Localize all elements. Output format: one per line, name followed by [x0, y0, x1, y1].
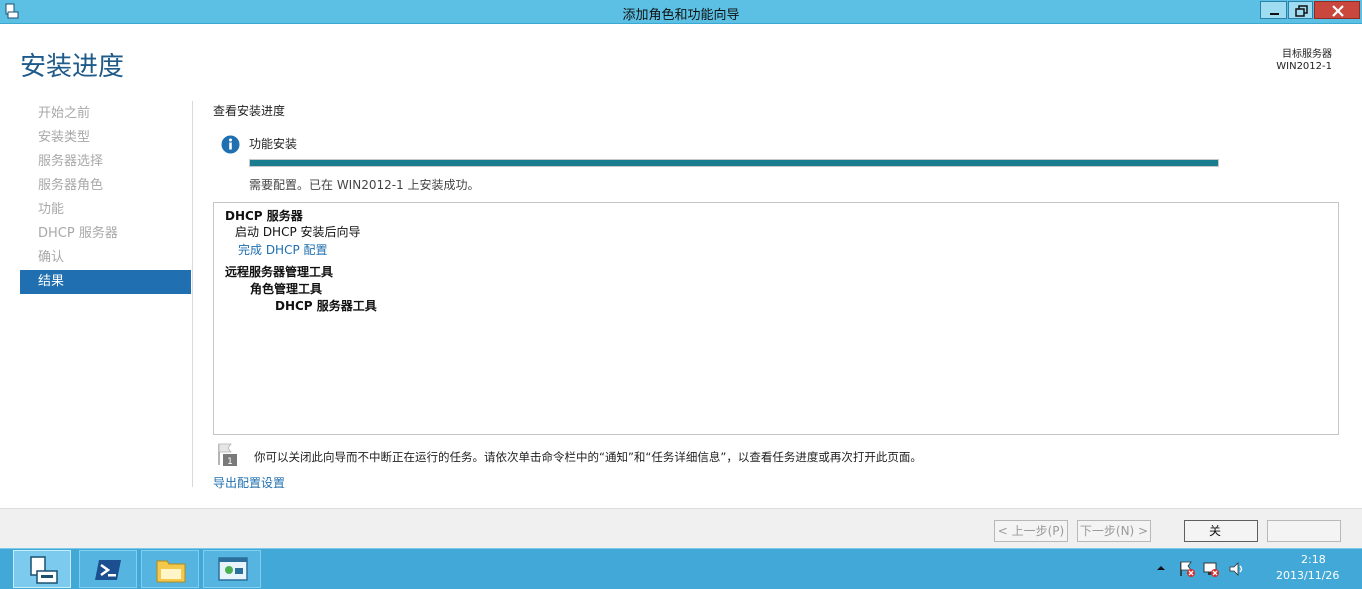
target-server-value: WIN2012-1	[1276, 61, 1332, 72]
wizard-footer: < 上一步(P) 下一步(N) > 关	[0, 508, 1362, 548]
close-window-button[interactable]	[1314, 1, 1360, 19]
notification-flag-icon: 1	[218, 443, 237, 467]
nav-item-before-you-begin[interactable]: 开始之前	[20, 102, 191, 126]
tray-expand-icon[interactable]	[1156, 563, 1166, 573]
taskbar-clock-date[interactable]: 2013/11/26	[1276, 569, 1339, 582]
info-icon	[221, 135, 240, 154]
results-panel: DHCP 服务器 启动 DHCP 安装后向导 完成 DHCP 配置 远程服务器管…	[213, 202, 1339, 435]
taskbar-file-explorer[interactable]	[141, 550, 199, 588]
restore-icon	[1295, 5, 1308, 17]
result-rsat-title: 远程服务器管理工具	[225, 265, 334, 279]
nav-item-server-selection[interactable]: 服务器选择	[20, 150, 191, 174]
nav-item-server-roles[interactable]: 服务器角色	[20, 174, 191, 198]
restore-button[interactable]	[1288, 1, 1313, 19]
nav-item-results[interactable]: 结果	[20, 270, 191, 294]
taskbar-powershell[interactable]	[79, 550, 137, 588]
nav-item-installation-type[interactable]: 安装类型	[20, 126, 191, 150]
next-button[interactable]: 下一步(N) >	[1077, 520, 1151, 542]
section-title: 查看安装进度	[213, 104, 286, 118]
page-title: 安装进度	[20, 52, 125, 82]
complete-dhcp-config-link[interactable]: 完成 DHCP 配置	[238, 241, 328, 258]
previous-button[interactable]: < 上一步(P)	[994, 520, 1068, 542]
close-wizard-note: 你可以关闭此向导而不中断正在运行的任务。请依次单击命令栏中的“通知”和“任务详细…	[254, 450, 922, 464]
nav-item-dhcp-server[interactable]: DHCP 服务器	[20, 222, 191, 246]
nav-item-confirmation[interactable]: 确认	[20, 246, 191, 270]
powershell-icon	[95, 560, 121, 580]
taskbar-clock-time[interactable]: 2:18	[1301, 553, 1326, 566]
cancel-button[interactable]	[1267, 520, 1341, 542]
nav-item-features[interactable]: 功能	[20, 198, 191, 222]
nav-divider	[192, 101, 193, 487]
progress-fill	[250, 160, 1218, 166]
feature-installation-label: 功能安装	[249, 137, 298, 151]
server-manager-icon	[30, 556, 58, 584]
close-icon	[1332, 5, 1344, 17]
network-window-icon	[218, 557, 248, 581]
taskbar-server-manager[interactable]	[13, 550, 71, 588]
close-button[interactable]: 关	[1184, 520, 1258, 542]
result-dhcp-subtitle: 启动 DHCP 安装后向导	[235, 225, 361, 239]
result-dhcp-title: DHCP 服务器	[225, 209, 303, 223]
notification-count-badge: 1	[227, 457, 233, 467]
window-title: 添加角色和功能向导	[622, 8, 740, 23]
installation-status: 需要配置。已在 WIN2012-1 上安装成功。	[249, 178, 480, 192]
folder-icon	[156, 560, 186, 583]
volume-icon[interactable]	[1228, 560, 1246, 578]
taskbar-network-app[interactable]	[203, 550, 261, 588]
wizard-nav: 开始之前 安装类型 服务器选择 服务器角色 功能 DHCP 服务器 确认 结果	[20, 102, 191, 294]
result-role-tools: 角色管理工具	[250, 282, 323, 296]
network-status-icon[interactable]	[1202, 560, 1220, 578]
minimize-button[interactable]	[1260, 1, 1287, 19]
title-bar: 添加角色和功能向导	[0, 0, 1362, 24]
action-center-flag-icon[interactable]	[1178, 560, 1196, 578]
installation-progress-bar	[249, 159, 1219, 167]
result-dhcp-tools: DHCP 服务器工具	[275, 299, 377, 313]
export-config-link[interactable]: 导出配置设置	[213, 474, 285, 491]
target-server-label: 目标服务器	[1282, 49, 1332, 60]
minimize-icon	[1270, 13, 1279, 15]
